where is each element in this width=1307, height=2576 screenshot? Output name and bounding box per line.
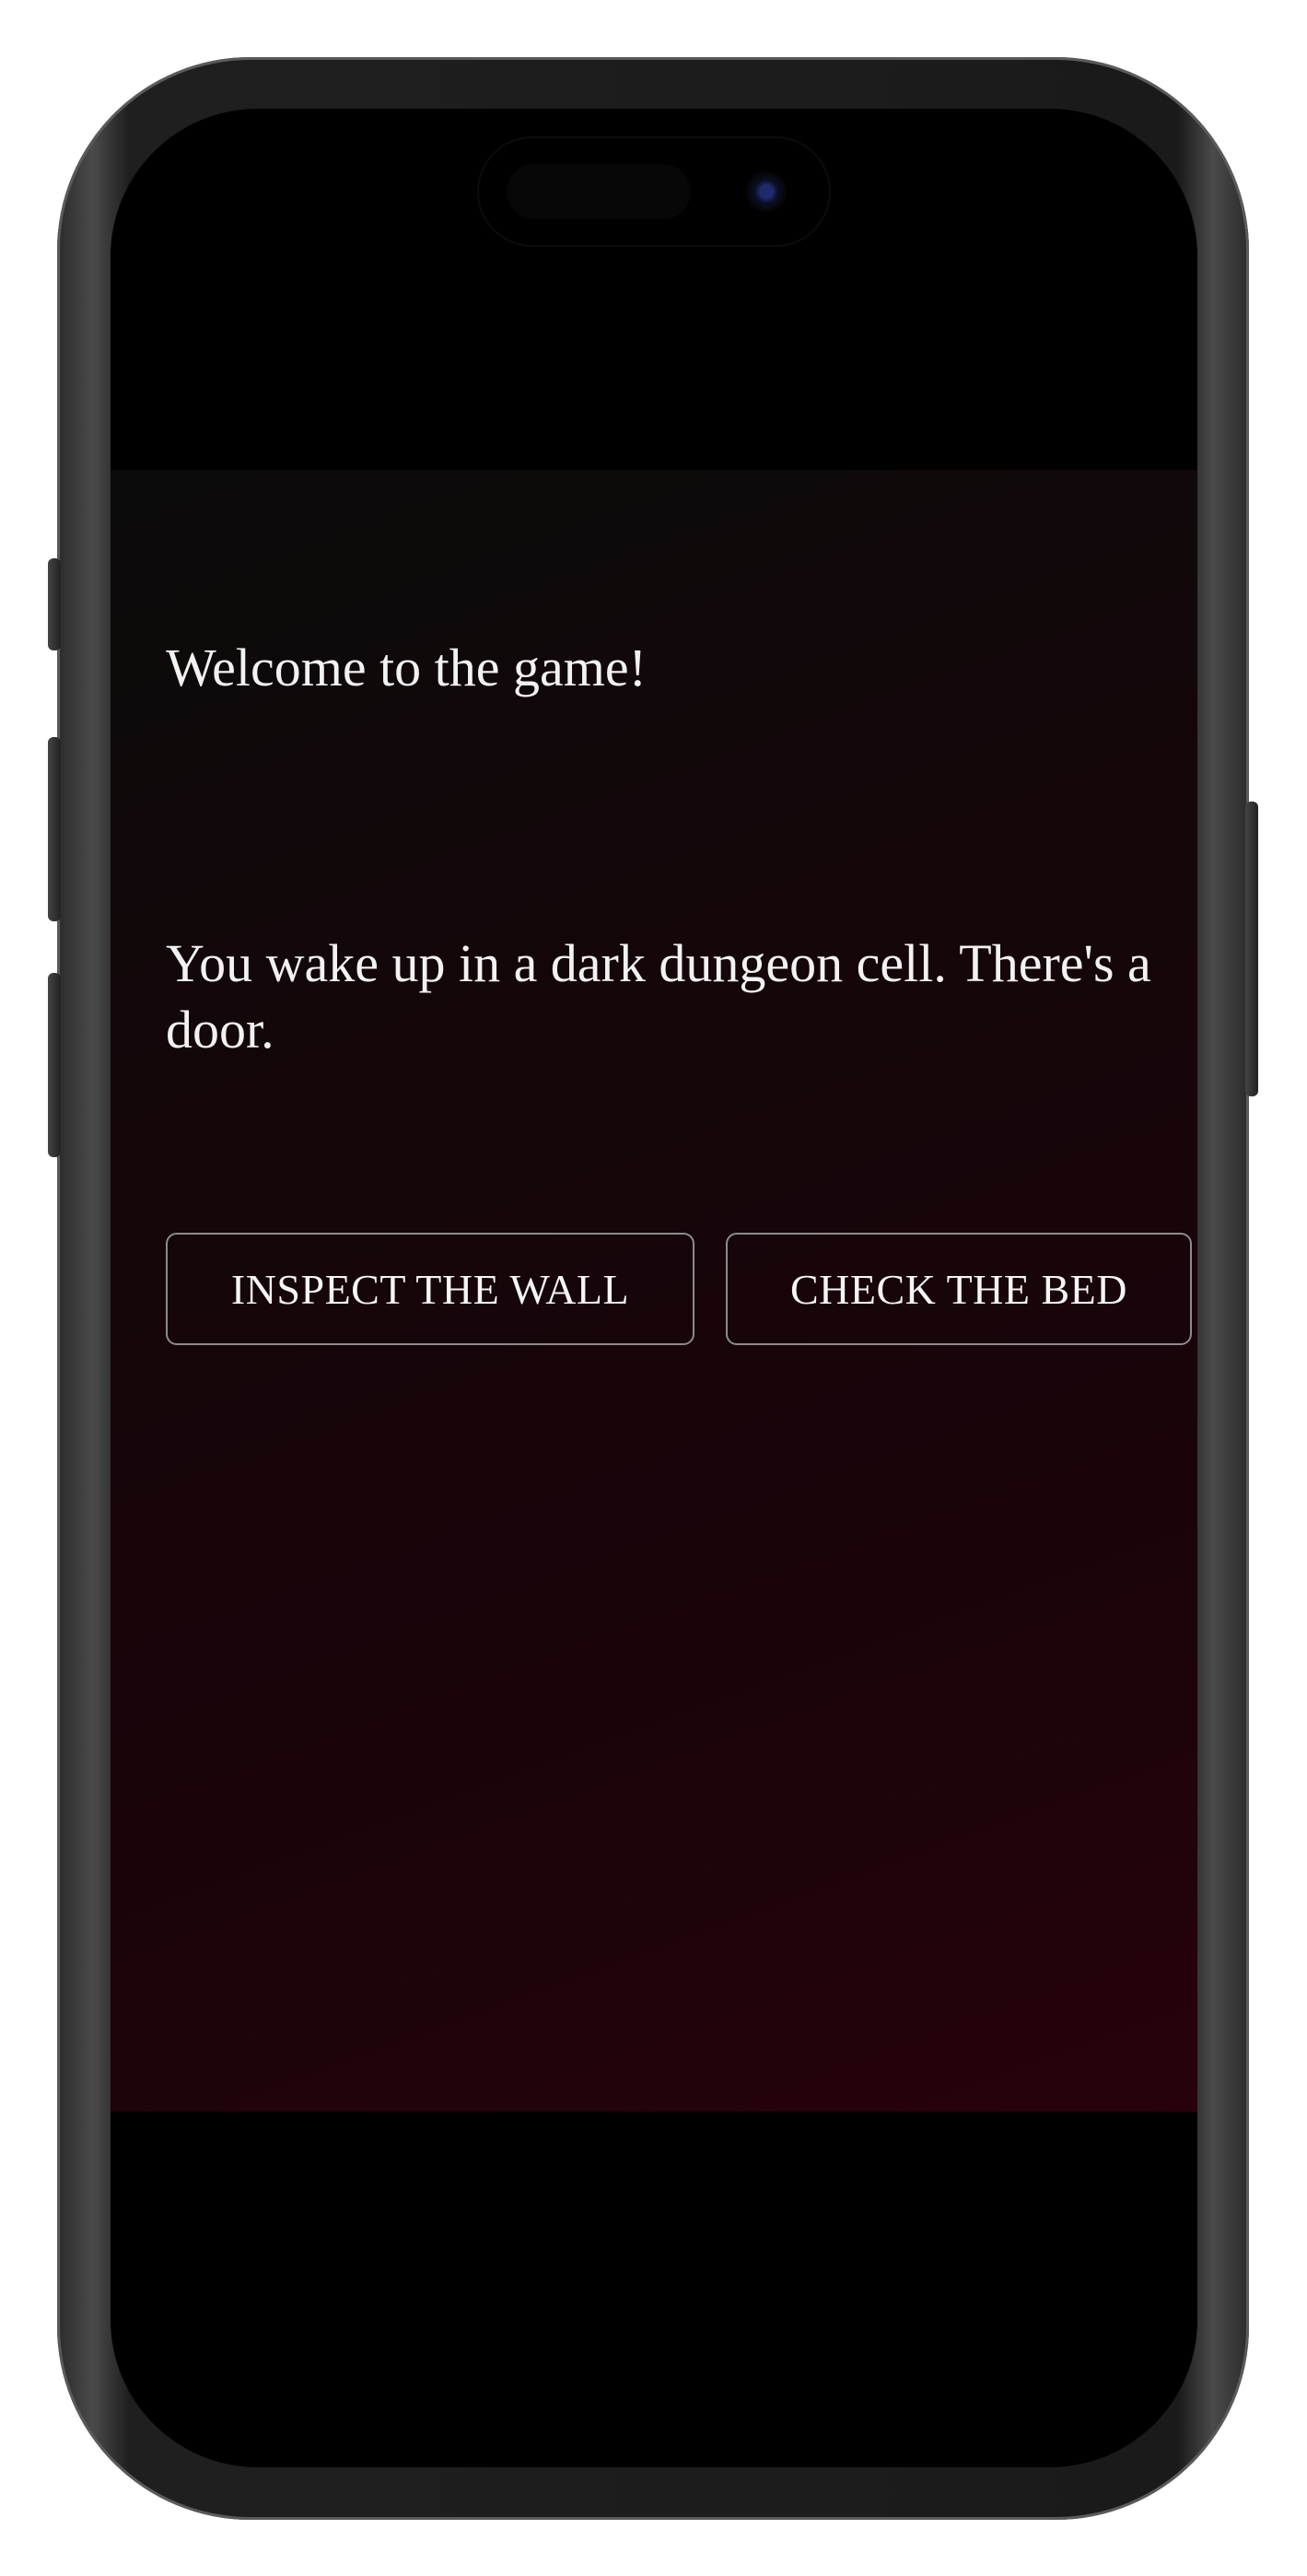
inspect-wall-button[interactable]: INSPECT THE WALL bbox=[166, 1233, 694, 1345]
volume-down-button bbox=[48, 973, 61, 1157]
choice-buttons: INSPECT THE WALL CHECK THE BED bbox=[166, 1233, 1192, 1345]
volume-up-button bbox=[48, 737, 61, 921]
game-view: Welcome to the game! You wake up in a da… bbox=[111, 470, 1197, 2112]
story-text: You wake up in a dark dungeon cell. Ther… bbox=[166, 933, 1151, 1060]
sensor-pill bbox=[507, 164, 691, 219]
screenshot-stage: Welcome to the game! You wake up in a da… bbox=[0, 0, 1307, 2576]
dynamic-island bbox=[479, 138, 829, 245]
welcome-heading: Welcome to the game! bbox=[166, 638, 647, 697]
action-button bbox=[48, 558, 61, 650]
front-camera-icon bbox=[746, 171, 787, 212]
check-bed-button[interactable]: CHECK THE BED bbox=[726, 1233, 1192, 1345]
power-button bbox=[1245, 802, 1258, 1096]
